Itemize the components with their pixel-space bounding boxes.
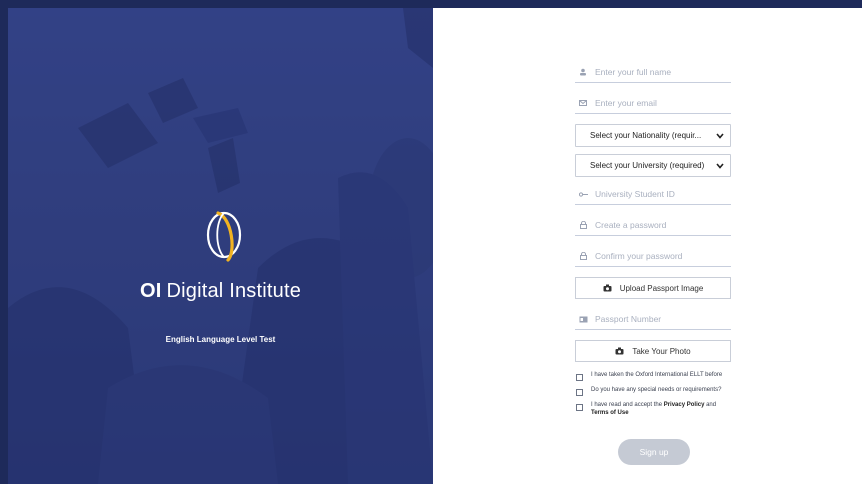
hero-panel: OI Digital Institute English Language Lev… bbox=[8, 8, 433, 484]
take-photo-button[interactable]: Take Your Photo bbox=[575, 340, 731, 362]
app-frame: OI Digital Institute English Language Lev… bbox=[0, 0, 862, 484]
confirm-password-field bbox=[575, 246, 731, 267]
confirm-password-input[interactable] bbox=[595, 251, 725, 261]
passport-number-field bbox=[575, 309, 731, 330]
chevron-down-icon bbox=[716, 162, 724, 169]
ellt-checkbox[interactable] bbox=[576, 374, 583, 381]
lock-icon bbox=[577, 251, 589, 261]
upload-passport-label: Upload Passport Image bbox=[619, 283, 704, 293]
ellt-checkbox-label: I have taken the Oxford International EL… bbox=[591, 372, 723, 378]
camera-icon bbox=[603, 284, 612, 292]
terms-of-use-link[interactable]: Terms of Use bbox=[591, 410, 629, 416]
id-card-icon bbox=[577, 314, 589, 324]
privacy-checkbox-label: I have read and accept the Privacy Polic… bbox=[591, 402, 731, 417]
nationality-select[interactable]: Select your Nationality (requir... bbox=[575, 124, 731, 147]
brand-wordmark: OI Digital Institute bbox=[8, 280, 433, 303]
brand-name: Digital Institute bbox=[166, 280, 302, 302]
signup-panel: Select your Nationality (requir... Selec… bbox=[433, 8, 862, 484]
signup-form: Select your Nationality (requir... Selec… bbox=[575, 62, 731, 423]
special-needs-checkbox[interactable] bbox=[576, 389, 583, 396]
privacy-text-prefix: I have read and accept the bbox=[591, 402, 664, 408]
signup-button[interactable]: Sign up bbox=[618, 439, 690, 465]
test-tagline: English Language Level Test bbox=[165, 335, 276, 344]
password-field bbox=[575, 215, 731, 236]
lock-icon bbox=[577, 220, 589, 230]
nationality-select-value: Select your Nationality (requir... bbox=[590, 131, 702, 140]
privacy-checkbox[interactable] bbox=[576, 404, 583, 411]
full-name-input[interactable] bbox=[595, 67, 725, 77]
camera-icon bbox=[615, 347, 624, 355]
upload-passport-button[interactable]: Upload Passport Image bbox=[575, 277, 731, 299]
university-select-value: Select your University (required) bbox=[590, 161, 705, 170]
password-input[interactable] bbox=[595, 220, 725, 230]
key-icon bbox=[577, 189, 589, 199]
university-select[interactable]: Select your University (required) bbox=[575, 154, 731, 177]
envelope-icon bbox=[577, 98, 589, 108]
chevron-down-icon bbox=[716, 132, 724, 139]
student-id-input[interactable] bbox=[595, 189, 725, 199]
passport-number-input[interactable] bbox=[595, 314, 725, 324]
brand-prefix: OI bbox=[139, 280, 162, 302]
email-field bbox=[575, 93, 731, 114]
privacy-text-and: and bbox=[704, 402, 717, 408]
privacy-checkbox-row: I have read and accept the Privacy Polic… bbox=[575, 402, 731, 417]
privacy-policy-link[interactable]: Privacy Policy bbox=[664, 402, 705, 408]
email-input[interactable] bbox=[595, 98, 725, 108]
special-needs-checkbox-row: Do you have any special needs or require… bbox=[575, 387, 731, 396]
special-needs-checkbox-label: Do you have any special needs or require… bbox=[591, 387, 722, 393]
oi-globe-logo-icon bbox=[206, 211, 242, 262]
top-border bbox=[0, 0, 862, 8]
person-icon bbox=[577, 67, 589, 77]
student-id-field bbox=[575, 184, 731, 205]
take-photo-label: Take Your Photo bbox=[632, 346, 691, 356]
ellt-checkbox-row: I have taken the Oxford International EL… bbox=[575, 372, 731, 381]
full-name-field bbox=[575, 62, 731, 83]
